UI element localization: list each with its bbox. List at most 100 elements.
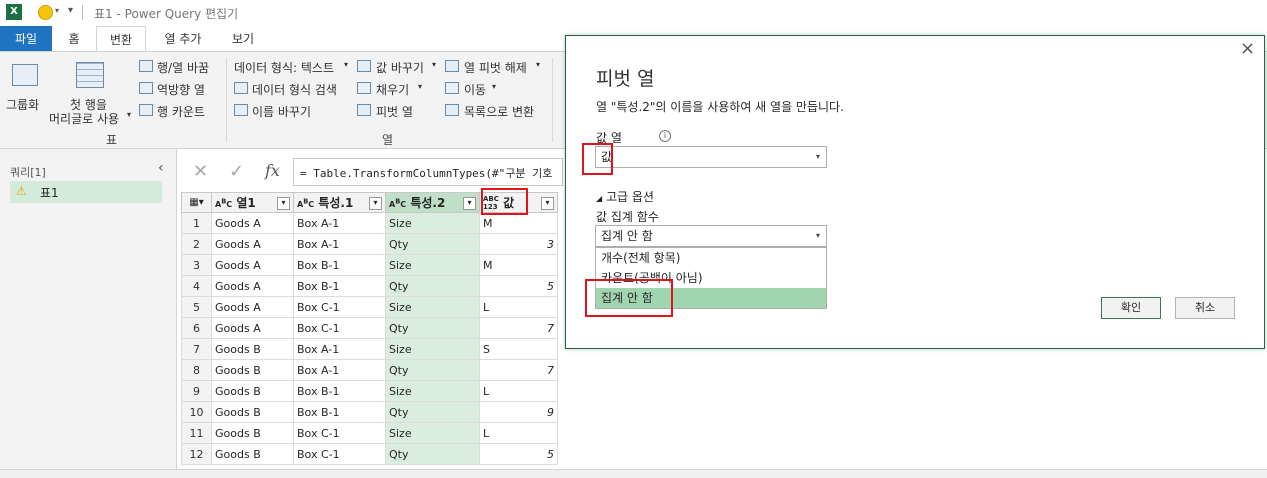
table-cell[interactable]: Qty — [385, 401, 480, 423]
table-cell[interactable]: Goods B — [211, 443, 294, 465]
table-cell[interactable]: 3 — [479, 233, 558, 255]
table-cell[interactable]: M — [479, 254, 558, 276]
table-cell[interactable]: Size — [385, 422, 480, 444]
group-by-button[interactable]: 그룹화 — [6, 96, 39, 113]
quick-access-menu-icon[interactable]: ▾ — [68, 5, 73, 16]
table-cell[interactable]: Goods B — [211, 380, 294, 402]
table-cell[interactable]: 7 — [479, 359, 558, 381]
table-cell[interactable]: Size — [385, 338, 480, 360]
function-icon[interactable]: fx — [265, 161, 280, 180]
table-cell[interactable]: Box C-1 — [293, 317, 386, 339]
table-cell[interactable]: Box B-1 — [293, 380, 386, 402]
table-row[interactable]: 5 Goods A Box C-1 Size L — [181, 296, 558, 318]
filter-dropdown-icon[interactable]: ▾ — [463, 197, 476, 210]
table-cell[interactable]: Goods A — [211, 275, 294, 297]
table-row[interactable]: 6 Goods A Box C-1 Qty 7 — [181, 317, 558, 339]
table-cell[interactable]: Qty — [385, 275, 480, 297]
table-cell[interactable]: Box C-1 — [293, 296, 386, 318]
tab-add-column[interactable]: 열 추가 — [152, 26, 214, 52]
table-row[interactable]: 1 Goods A Box A-1 Size M — [181, 212, 558, 234]
chevron-down-icon[interactable]: ▾ — [432, 60, 436, 69]
table-cell[interactable]: Qty — [385, 233, 480, 255]
table-row[interactable]: 2 Goods A Box A-1 Qty 3 — [181, 233, 558, 255]
table-cell[interactable]: Size — [385, 254, 480, 276]
table-cell[interactable]: Box B-1 — [293, 254, 386, 276]
list-item[interactable]: 개수(전체 항목) — [596, 248, 826, 268]
chevron-down-icon[interactable]: ▾ — [418, 82, 422, 91]
table-cell[interactable]: Qty — [385, 317, 480, 339]
tab-transform[interactable]: 변환 — [96, 26, 146, 52]
cancel-edit-icon[interactable]: ✕ — [193, 161, 208, 182]
chevron-down-icon[interactable]: ▾ — [55, 6, 59, 15]
table-cell[interactable]: Goods B — [211, 422, 294, 444]
table-cell[interactable]: Box A-1 — [293, 359, 386, 381]
table-cell[interactable]: Size — [385, 212, 480, 234]
tab-home[interactable]: 홈 — [56, 26, 92, 52]
chevron-down-icon[interactable]: ▾ — [127, 110, 131, 119]
replace-values-button[interactable]: 값 바꾸기 — [376, 59, 424, 76]
table-row[interactable]: 9 Goods B Box B-1 Size L — [181, 380, 558, 402]
formula-input[interactable]: = Table.TransformColumnTypes(#"구분 기호 — [293, 158, 563, 186]
fill-button[interactable]: 채우기 — [376, 81, 409, 98]
table-row[interactable]: 8 Goods B Box A-1 Qty 7 — [181, 359, 558, 381]
table-cell[interactable]: Goods B — [211, 359, 294, 381]
transpose-button[interactable]: 행/열 바꿈 — [157, 59, 209, 76]
filter-dropdown-icon[interactable]: ▾ — [369, 197, 382, 210]
close-icon[interactable]: × — [1240, 38, 1255, 59]
pivot-column-button[interactable]: 피벗 열 — [376, 103, 413, 120]
table-menu-icon[interactable]: ▦▾ — [181, 192, 212, 213]
table-cell[interactable]: 5 — [479, 443, 558, 465]
table-cell[interactable]: 7 — [479, 317, 558, 339]
info-icon[interactable]: i — [659, 130, 671, 142]
unpivot-button[interactable]: 열 피벗 해제 — [464, 59, 527, 76]
table-row[interactable]: 10 Goods B Box B-1 Qty 9 — [181, 401, 558, 423]
table-cell[interactable]: Box B-1 — [293, 401, 386, 423]
table-cell[interactable]: Goods B — [211, 338, 294, 360]
column-header[interactable]: ABC 특성.1 ▾ — [293, 192, 386, 213]
tab-file[interactable]: 파일 — [0, 26, 52, 52]
smiley-icon[interactable] — [38, 5, 53, 20]
table-cell[interactable]: Box A-1 — [293, 338, 386, 360]
chevron-down-icon[interactable]: ▾ — [536, 60, 540, 69]
table-cell[interactable]: L — [479, 422, 558, 444]
table-cell[interactable]: Goods A — [211, 233, 294, 255]
table-row[interactable]: 11 Goods B Box C-1 Size L — [181, 422, 558, 444]
move-button[interactable]: 이동 — [464, 81, 486, 98]
reverse-rows-button[interactable]: 역방향 열 — [157, 81, 205, 98]
table-cell[interactable]: S — [479, 338, 558, 360]
filter-dropdown-icon[interactable]: ▾ — [541, 196, 554, 210]
tab-view[interactable]: 보기 — [220, 26, 266, 52]
table-cell[interactable]: Box A-1 — [293, 212, 386, 234]
aggregate-function-dropdown[interactable]: 집계 안 함 ▾ — [595, 225, 827, 247]
cancel-button[interactable]: 취소 — [1175, 297, 1235, 319]
column-header[interactable]: ABC 열1 ▾ — [211, 192, 294, 213]
confirm-edit-icon[interactable]: ✓ — [229, 161, 244, 182]
chevron-down-icon[interactable]: ▾ — [344, 60, 348, 69]
table-cell[interactable]: Box A-1 — [293, 233, 386, 255]
convert-to-list-button[interactable]: 목록으로 변환 — [464, 103, 534, 120]
query-item[interactable]: ⚠ 표1 — [10, 181, 162, 203]
table-cell[interactable]: Box C-1 — [293, 443, 386, 465]
table-cell[interactable]: Goods B — [211, 401, 294, 423]
collapse-pane-icon[interactable]: ‹ — [158, 160, 164, 176]
table-cell[interactable]: 9 — [479, 401, 558, 423]
use-first-row-line2[interactable]: 머리글로 사용 — [49, 110, 119, 127]
data-type-dropdown[interactable]: 데이터 형식: 텍스트 — [234, 59, 334, 76]
column-header-selected[interactable]: ABC 특성.2 ▾ — [385, 192, 480, 213]
table-cell[interactable]: Goods A — [211, 254, 294, 276]
table-row[interactable]: 7 Goods B Box A-1 Size S — [181, 338, 558, 360]
table-row[interactable]: 3 Goods A Box B-1 Size M — [181, 254, 558, 276]
filter-dropdown-icon[interactable]: ▾ — [277, 197, 290, 210]
rename-button[interactable]: 이름 바꾸기 — [252, 103, 311, 120]
table-cell[interactable]: Qty — [385, 443, 480, 465]
table-row[interactable]: 12 Goods B Box C-1 Qty 5 — [181, 443, 558, 465]
table-cell[interactable]: L — [479, 296, 558, 318]
count-rows-button[interactable]: 행 카운트 — [157, 103, 205, 120]
table-cell[interactable]: Goods A — [211, 212, 294, 234]
table-cell[interactable]: Size — [385, 296, 480, 318]
values-column-dropdown[interactable]: 값 ▾ — [595, 146, 827, 168]
advanced-options-toggle[interactable]: ◢ 고급 옵션 — [596, 188, 654, 205]
table-cell[interactable]: Goods A — [211, 317, 294, 339]
chevron-down-icon[interactable]: ▾ — [492, 82, 496, 91]
ok-button[interactable]: 확인 — [1101, 297, 1161, 319]
